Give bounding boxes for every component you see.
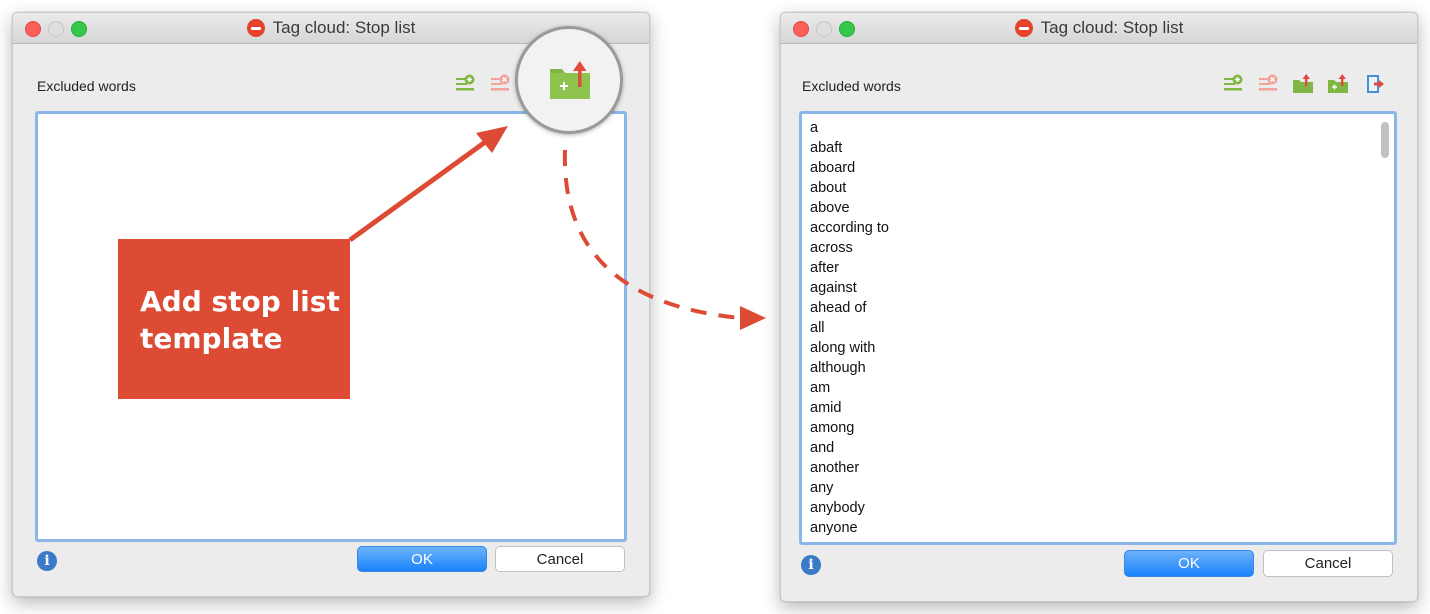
scrollbar-thumb[interactable]: [1381, 122, 1389, 158]
ok-button[interactable]: OK: [1124, 550, 1254, 577]
list-item[interactable]: another: [810, 458, 889, 478]
list-item[interactable]: abaft: [810, 138, 889, 158]
list-item[interactable]: along with: [810, 338, 889, 358]
export-icon[interactable]: [1364, 73, 1386, 95]
list-item[interactable]: anyone: [810, 518, 889, 538]
add-word-icon[interactable]: [1222, 73, 1244, 95]
list-item[interactable]: aboard: [810, 158, 889, 178]
list-item[interactable]: am: [810, 378, 889, 398]
list-item[interactable]: above: [810, 198, 889, 218]
word-list: a abaft aboard about above according to across…: [810, 118, 889, 538]
excluded-words-label: Excluded words: [802, 78, 901, 94]
list-item[interactable]: all: [810, 318, 889, 338]
list-item[interactable]: any: [810, 478, 889, 498]
excluded-words-list[interactable]: a abaft aboard about above according to across…: [799, 111, 1397, 545]
remove-word-icon[interactable]: [1257, 73, 1279, 95]
add-template-icon[interactable]: [1327, 73, 1349, 95]
list-item[interactable]: and: [810, 438, 889, 458]
window-title: Tag cloud: Stop list: [781, 13, 1417, 43]
dashed-arrow-line: [562, 149, 741, 320]
list-item[interactable]: although: [810, 358, 889, 378]
import-icon[interactable]: [1292, 73, 1314, 95]
solid-arrow-line: [348, 137, 490, 243]
solid-arrow-head: [476, 126, 508, 153]
stop-icon: [1014, 19, 1033, 37]
list-item[interactable]: against: [810, 278, 889, 298]
title-bar: Tag cloud: Stop list: [781, 13, 1417, 44]
dashed-arrow-head: [740, 306, 766, 330]
list-item[interactable]: ahead of: [810, 298, 889, 318]
list-item[interactable]: across: [810, 238, 889, 258]
window-title-text: Tag cloud: Stop list: [1040, 18, 1184, 37]
list-item[interactable]: amid: [810, 398, 889, 418]
cancel-button[interactable]: Cancel: [1263, 550, 1393, 577]
stop-list-window-right: Tag cloud: Stop list Excluded words a ab…: [780, 12, 1418, 602]
list-item[interactable]: among: [810, 418, 889, 438]
list-item[interactable]: after: [810, 258, 889, 278]
list-item[interactable]: according to: [810, 218, 889, 238]
list-item[interactable]: a: [810, 118, 889, 138]
list-item[interactable]: anybody: [810, 498, 889, 518]
info-icon[interactable]: i: [801, 555, 821, 575]
list-item[interactable]: about: [810, 178, 889, 198]
